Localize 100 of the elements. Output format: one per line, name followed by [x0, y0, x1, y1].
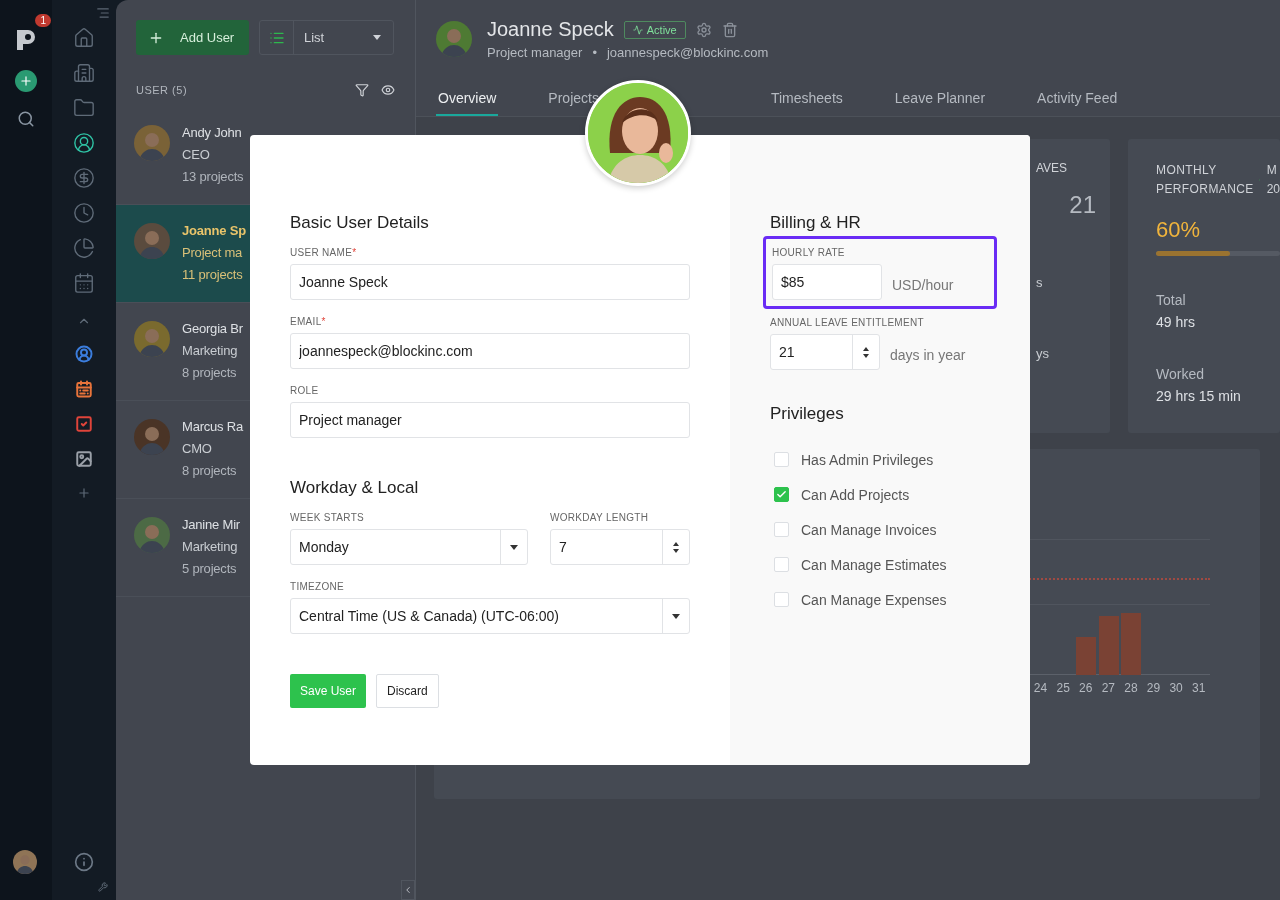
- axis-label: 29: [1145, 680, 1162, 695]
- user-circle-icon[interactable]: [75, 344, 93, 363]
- field-label: WORKDAY LENGTH: [550, 512, 650, 523]
- tab[interactable]: Timesheets: [768, 84, 845, 116]
- filter-icon[interactable]: [355, 83, 369, 97]
- section-title: Billing & HR: [770, 213, 862, 233]
- eye-icon[interactable]: [381, 83, 395, 97]
- tab[interactable]: Overview: [436, 84, 499, 116]
- checkbox-label: Can Add Projects: [801, 486, 910, 503]
- timezone-select[interactable]: Central Time (US & Canada) (UTC-06:00): [290, 598, 690, 634]
- month-label: M: [1266, 162, 1278, 179]
- avatar: [134, 517, 170, 553]
- user-role: Marketing: [182, 539, 239, 554]
- add-user-button[interactable]: Add User: [136, 20, 249, 55]
- user-name: Marcus Ra: [182, 419, 244, 434]
- collapse-button[interactable]: [401, 880, 415, 900]
- chart-bar: [1121, 613, 1141, 675]
- stepper-down-icon[interactable]: [863, 353, 869, 358]
- image-icon[interactable]: [75, 449, 93, 468]
- profile-email: joannespeck@blockinc.com: [606, 45, 769, 60]
- project-count: 8 projects: [182, 365, 238, 380]
- home-icon[interactable]: [73, 26, 95, 49]
- pulse-icon: [632, 24, 643, 35]
- avatar: [134, 223, 170, 259]
- stepper-up-icon[interactable]: [863, 346, 869, 351]
- pie-chart-icon[interactable]: [73, 236, 95, 259]
- project-count: 13 projects: [182, 169, 244, 184]
- axis-label: 30: [1168, 680, 1184, 695]
- card-title: AVES: [1036, 161, 1069, 175]
- section-title: Basic User Details: [290, 213, 430, 233]
- avatar: [134, 125, 170, 161]
- user-circle-icon[interactable]: [73, 131, 95, 154]
- card-title: MONTHLY PERFORMANCE: [1156, 162, 1252, 198]
- stat-label: Worked: [1156, 366, 1205, 382]
- section-title: Workday & Local: [290, 478, 420, 498]
- stat-value: 49 hrs: [1156, 314, 1196, 330]
- notification-badge: 1: [35, 14, 51, 27]
- discard-button[interactable]: Discard: [376, 674, 439, 708]
- user-name: Andy John: [182, 125, 243, 140]
- menu-icon[interactable]: [96, 6, 110, 20]
- number-field[interactable]: 7: [550, 529, 690, 565]
- profile-role: Project manager: [487, 45, 583, 60]
- stepper-down-icon[interactable]: [673, 548, 679, 553]
- calendar-icon[interactable]: [75, 379, 93, 398]
- caret-icon: [373, 35, 381, 40]
- tab[interactable]: Activity Feed: [1035, 84, 1120, 116]
- clock-icon[interactable]: [73, 201, 95, 224]
- input-field[interactable]: Project manager: [290, 402, 690, 438]
- checkbox-label: Has Admin Privileges: [801, 451, 934, 468]
- number-field[interactable]: 21: [770, 334, 880, 370]
- user-name: Georgia Br: [182, 321, 243, 336]
- add-button[interactable]: [15, 70, 37, 92]
- stat-label: Total: [1156, 292, 1187, 308]
- info-icon[interactable]: [74, 852, 94, 872]
- input-field[interactable]: Joanne Speck: [290, 264, 690, 300]
- week-start-select[interactable]: Monday: [290, 529, 528, 565]
- input-field[interactable]: joannespeck@blockinc.com: [290, 333, 690, 369]
- caret-icon: [510, 544, 518, 550]
- calendar-icon[interactable]: [73, 271, 95, 294]
- building-icon[interactable]: [73, 61, 95, 84]
- field-label: ANNUAL LEAVE ENTITLEMENT: [770, 317, 925, 328]
- checkbox[interactable]: [774, 487, 789, 502]
- avatar: [134, 419, 170, 455]
- settings-icon[interactable]: [695, 21, 712, 38]
- stat-text: s: [1036, 275, 1044, 290]
- field-label: EMAIL*: [290, 316, 327, 327]
- separator-dot: •: [592, 45, 597, 60]
- chart-bar: [1099, 616, 1119, 675]
- dollar-icon[interactable]: [73, 166, 95, 189]
- plus-icon: [19, 74, 33, 88]
- field-label: TIMEZONE: [290, 581, 346, 592]
- trash-icon[interactable]: [721, 21, 738, 38]
- search-icon[interactable]: [17, 110, 35, 128]
- add-icon[interactable]: [77, 486, 91, 500]
- checkbox-icon[interactable]: [75, 414, 93, 433]
- axis-label: 27: [1100, 680, 1116, 695]
- project-count: 5 projects: [182, 561, 238, 576]
- year-label: 20: [1266, 181, 1280, 198]
- wrench-icon[interactable]: [98, 882, 108, 892]
- axis-label: 31: [1191, 680, 1207, 695]
- leave-count: 21: [1069, 191, 1096, 219]
- caret-icon: [672, 613, 680, 619]
- stepper-up-icon[interactable]: [673, 541, 679, 546]
- check-icon: [776, 489, 787, 500]
- user-role: CEO: [182, 147, 211, 162]
- field-label: WEEK STARTS: [290, 512, 366, 523]
- folder-icon[interactable]: [73, 96, 95, 119]
- unit-label: USD/hour: [892, 277, 954, 295]
- stat-text: ys: [1036, 346, 1050, 361]
- field-label: HOURLY RATE: [772, 247, 846, 258]
- section-title: Privileges: [770, 404, 845, 424]
- input-field[interactable]: $85: [772, 264, 882, 300]
- view-select[interactable]: List: [259, 20, 394, 55]
- tab[interactable]: Projects: [546, 84, 601, 116]
- user-name: Janine Mir: [182, 517, 240, 532]
- checkbox-label: Can Manage Expenses: [801, 591, 947, 608]
- tab[interactable]: Leave Planner: [892, 84, 988, 116]
- avatar: [134, 321, 170, 357]
- axis-label: 28: [1123, 680, 1139, 695]
- unit-label: days in year: [890, 347, 966, 365]
